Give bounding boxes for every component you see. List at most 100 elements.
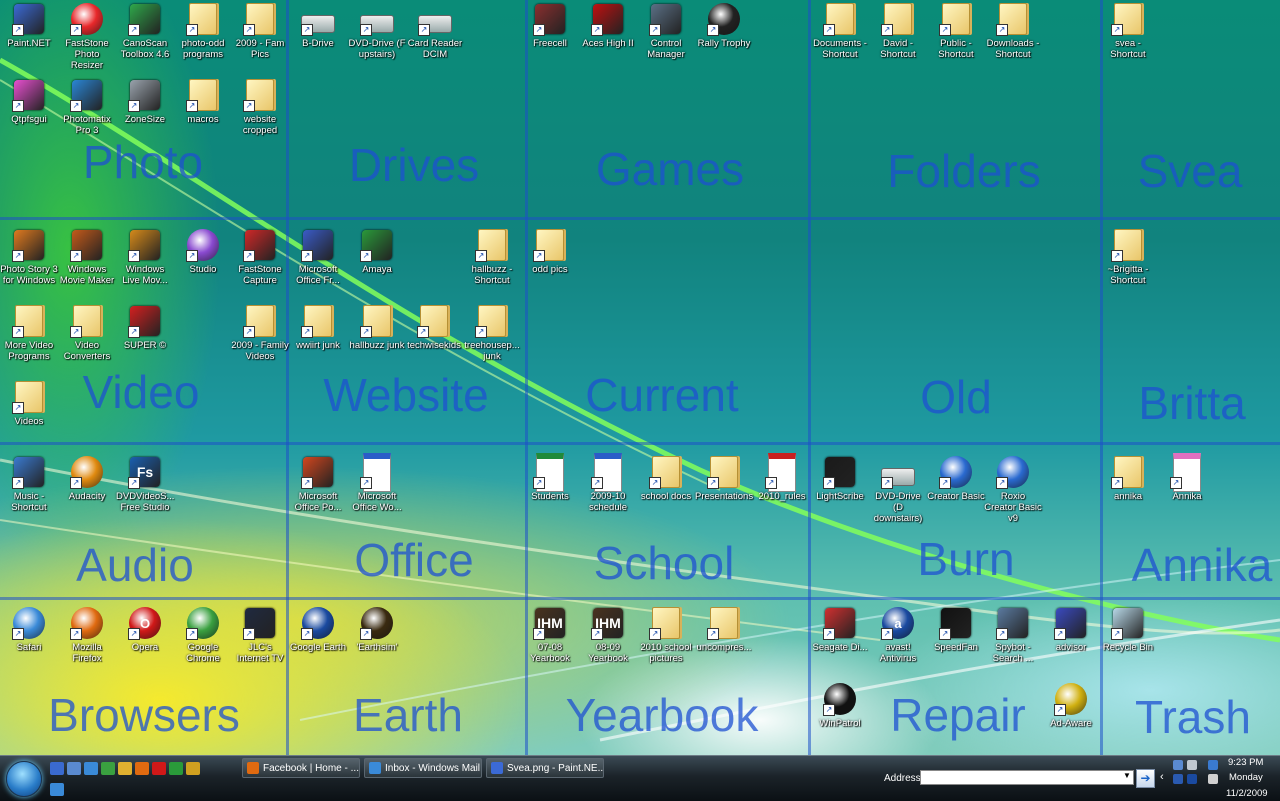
address-input[interactable] [920, 770, 1134, 785]
explorer-icon[interactable] [186, 762, 200, 775]
desktop-icon[interactable]: ↗ macros [174, 78, 232, 125]
desktop-icon[interactable]: ↗ Google Earth [289, 606, 347, 653]
tray-app-icon[interactable] [1187, 760, 1197, 770]
tray-expand-icon[interactable]: ‹ [1160, 771, 1164, 783]
desktop-icon[interactable]: ↗ FastStone Capture [231, 228, 289, 286]
desktop-icon[interactable]: ↗ Downloads - Shortcut [984, 2, 1042, 60]
desktop-icon[interactable]: ↗ Rally Trophy [695, 2, 753, 49]
show-desktop-icon[interactable] [50, 762, 64, 775]
desktop-icon[interactable]: ↗ ZoneSize [116, 78, 174, 125]
desktop-icon[interactable]: O ↗ Opera [116, 606, 174, 653]
tray-app-icon[interactable] [1187, 774, 1197, 784]
desktop-icon[interactable]: ↗ wwiirt junk [289, 304, 347, 351]
desktop-icon[interactable]: ↗ Photo Story 3 for Windows [0, 228, 58, 286]
desktop-icon[interactable]: ↗ school docs [637, 455, 695, 502]
desktop-icon[interactable]: a ↗ avast! Antivirus [869, 606, 927, 664]
desktop-icon[interactable]: ↗ Video Converters [58, 304, 116, 362]
desktop-icon[interactable]: ↗ photo-odd programs [174, 2, 232, 60]
desktop-icon[interactable]: ↗ 2010 school pictures [637, 606, 695, 664]
desktop-icon[interactable]: ↗ treehousep... junk [463, 304, 521, 362]
chrome-icon[interactable] [101, 762, 115, 775]
desktop-icon[interactable]: ↗ Public - Shortcut [927, 2, 985, 60]
desktop-icon[interactable]: ↗ Microsoft Office Wo... [348, 452, 406, 513]
desktop-icon[interactable]: IHM ↗ 07-08 Yearbook [521, 606, 579, 664]
desktop-icon[interactable]: ↗ hallbuzz - Shortcut [463, 228, 521, 286]
desktop-icon[interactable]: ↗ DVD-Drive (D downstairs) [869, 455, 927, 524]
desktop-icon[interactable]: ↗ annika [1099, 455, 1157, 502]
clock-date[interactable]: 11/2/2009 [1226, 788, 1268, 799]
desktop-icon[interactable]: Fs ↗ DVDVideoS... Free Studio [116, 455, 174, 513]
desktop-icon[interactable]: ↗ Students [521, 452, 579, 502]
desktop-icon[interactable]: ↗ Microsoft Office Fr... [289, 228, 347, 286]
desktop-icon[interactable]: ↗ Windows Live Mov... [116, 228, 174, 286]
desktop-icon[interactable]: ↗ Control Manager [637, 2, 695, 60]
desktop-icon[interactable]: ↗ Ad-Aware [1042, 682, 1100, 729]
desktop-icon[interactable]: ↗ Windows Movie Maker [58, 228, 116, 286]
desktop-icon[interactable]: ↗ Mozilla Firefox [58, 606, 116, 664]
desktop-icon[interactable]: ↗ Creator Basic [927, 455, 985, 502]
clock-day[interactable]: Monday [1229, 772, 1263, 783]
desktop-icon[interactable]: ↗ Amaya [348, 228, 406, 275]
desktop-icon[interactable]: ↗ Paint.NET [0, 2, 58, 49]
desktop-icon[interactable]: ↗ hallbuzz junk [348, 304, 406, 351]
taskbar-button[interactable]: Facebook | Home - ... [242, 758, 360, 778]
desktop-icon[interactable]: ↗ 2009 - Fam Pics [231, 2, 289, 60]
desktop-icon[interactable]: ↗ WinPatrol [811, 682, 869, 729]
desktop-icon[interactable]: IHM ↗ 08-09 Yearbook [579, 606, 637, 664]
desktop-icon[interactable]: ↗ FastStone Photo Resizer [58, 2, 116, 71]
start-button[interactable] [6, 761, 42, 797]
go-button[interactable]: ➔ [1136, 769, 1155, 788]
desktop-icon[interactable]: ↗ SUPER © [116, 304, 174, 351]
desktop-icon[interactable]: ↗ Card Reader DCIM [406, 2, 464, 60]
desktop-icon[interactable]: ↗ Freecell [521, 2, 579, 49]
desktop-icon[interactable]: ↗ odd pics [521, 228, 579, 275]
desktop-icon[interactable]: ↗ Qtpfsgui [0, 78, 58, 125]
desktop-icon[interactable]: ↗ David - Shortcut [869, 2, 927, 60]
media-icon[interactable] [169, 762, 183, 775]
firefox-icon[interactable] [135, 762, 149, 775]
desktop-icon[interactable]: ↗ svea - Shortcut [1099, 2, 1157, 60]
opera-icon[interactable] [152, 762, 166, 775]
desktop-icon[interactable]: ↗ Microsoft Office Po... [289, 455, 347, 513]
desktop-icon[interactable]: ↗ Recycle Bin [1099, 606, 1157, 653]
switch-windows-icon[interactable] [67, 762, 81, 775]
desktop-icon[interactable]: ↗ Photomatix Pro 3 [58, 78, 116, 136]
desktop-icon[interactable]: ↗ Aces High II [579, 2, 637, 49]
desktop-icon[interactable]: ↗ Seagate Di... [811, 606, 869, 653]
ie-icon[interactable] [50, 783, 64, 796]
folder-icon[interactable] [118, 762, 132, 775]
desktop-icon[interactable]: ↗ Spybot - Search ... [984, 606, 1042, 664]
taskbar-button[interactable]: Inbox - Windows Mail [364, 758, 482, 778]
desktop-icon[interactable]: ↗ DVD-Drive (F upstairs) [348, 2, 406, 60]
taskbar-button[interactable]: Svea.png - Paint.NE... [486, 758, 604, 778]
desktop-icon[interactable]: ↗ JLC's Internet TV [231, 606, 289, 664]
tray-app-icon[interactable] [1173, 760, 1183, 770]
volume-icon[interactable] [1208, 774, 1218, 784]
desktop-icon[interactable]: ↗ ~Brigitta - Shortcut [1099, 228, 1157, 286]
tray-app-icon[interactable] [1173, 774, 1183, 784]
desktop-icon[interactable]: ↗ CanoScan Toolbox 4.6 [116, 2, 174, 60]
desktop-icon[interactable]: ↗ SpeedFan [927, 606, 985, 653]
desktop-icon[interactable]: ↗ 2009 - Family Videos [231, 304, 289, 362]
ie-icon[interactable] [84, 762, 98, 775]
desktop-icon[interactable]: ↗ website cropped [231, 78, 289, 136]
desktop-icon[interactable]: ↗ uncompres... [695, 606, 753, 653]
desktop-icon[interactable]: ↗ 2009-10 schedule [579, 452, 637, 513]
network-icon[interactable] [1208, 760, 1218, 770]
desktop-icon[interactable]: ↗ Studio [174, 228, 232, 275]
desktop-icon[interactable]: ↗ 'Earthsim' [348, 606, 406, 653]
desktop-icon[interactable]: ↗ More Video Programs [0, 304, 58, 362]
desktop-icon[interactable]: ↗ Annika [1158, 452, 1216, 502]
desktop-icon[interactable]: ↗ Music - Shortcut [0, 455, 58, 513]
desktop-icon[interactable]: ↗ 2010_rules [753, 452, 811, 502]
desktop-icon[interactable]: ↗ B-Drive [289, 2, 347, 49]
desktop-icon[interactable]: ↗ techwisekids [405, 304, 463, 351]
desktop-icon[interactable]: ↗ Audacity [58, 455, 116, 502]
desktop-icon[interactable]: ↗ advisor [1042, 606, 1100, 653]
chevron-down-icon[interactable]: ▼ [1123, 771, 1131, 780]
desktop-icon[interactable]: ↗ Safari [0, 606, 58, 653]
desktop-icon[interactable]: ↗ LightScribe [811, 455, 869, 502]
desktop-icon[interactable]: ↗ Documents - Shortcut [811, 2, 869, 60]
desktop-icon[interactable]: ↗ Roxio Creator Basic v9 [984, 455, 1042, 524]
desktop-icon[interactable]: ↗ Google Chrome [174, 606, 232, 664]
